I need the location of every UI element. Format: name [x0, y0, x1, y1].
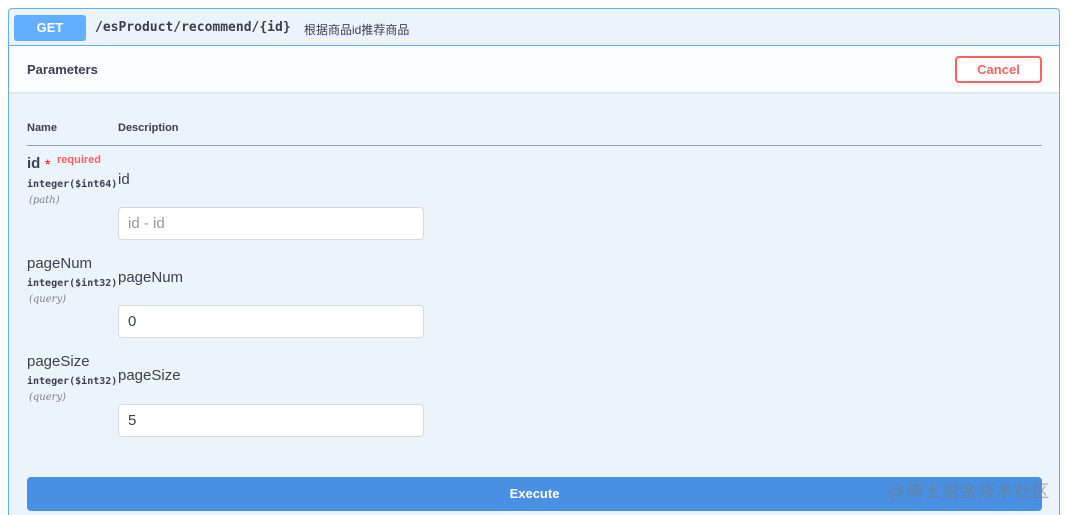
endpoint-description: 根据商品id推荐商品	[304, 23, 410, 37]
pagesize-input[interactable]	[118, 404, 424, 437]
param-name-pagesize: pageSize	[27, 353, 90, 370]
pagenum-input[interactable]	[118, 305, 424, 338]
param-description-pagesize: pageSize	[118, 367, 181, 384]
required-label: required	[57, 154, 102, 166]
param-name-pagenum: pageNum	[27, 255, 93, 272]
param-name-id: id	[27, 155, 41, 172]
required-star: *	[45, 156, 51, 172]
param-description-id: id	[118, 171, 130, 188]
param-type-pagesize: integer($int32)	[27, 376, 118, 387]
param-type-id: integer($int64)	[27, 179, 118, 190]
param-location-pagenum: (query)	[29, 294, 66, 305]
parameters-header: Parameters Cancel	[9, 46, 1059, 92]
parameters-title: Parameters	[27, 62, 98, 77]
name-column-header: Name	[27, 122, 57, 134]
operation-summary[interactable]: GET /esProduct/recommend/{id} 根据商品id推荐商品	[9, 9, 1059, 46]
method-badge: GET	[14, 15, 86, 41]
operation-block: GET /esProduct/recommend/{id} 根据商品id推荐商品…	[8, 8, 1060, 515]
watermark: @稀土掘金技术社区	[888, 482, 1051, 501]
endpoint-path: /esProduct/recommend/{id}	[95, 20, 291, 35]
description-column-header: Description	[118, 122, 179, 134]
cancel-button[interactable]: Cancel	[955, 56, 1042, 83]
param-location-id: (path)	[29, 195, 60, 206]
param-location-pagesize: (query)	[29, 392, 66, 403]
id-input[interactable]	[118, 207, 424, 240]
header-divider	[27, 145, 1042, 146]
param-type-pagenum: integer($int32)	[27, 278, 118, 289]
param-description-pagenum: pageNum	[118, 269, 184, 286]
